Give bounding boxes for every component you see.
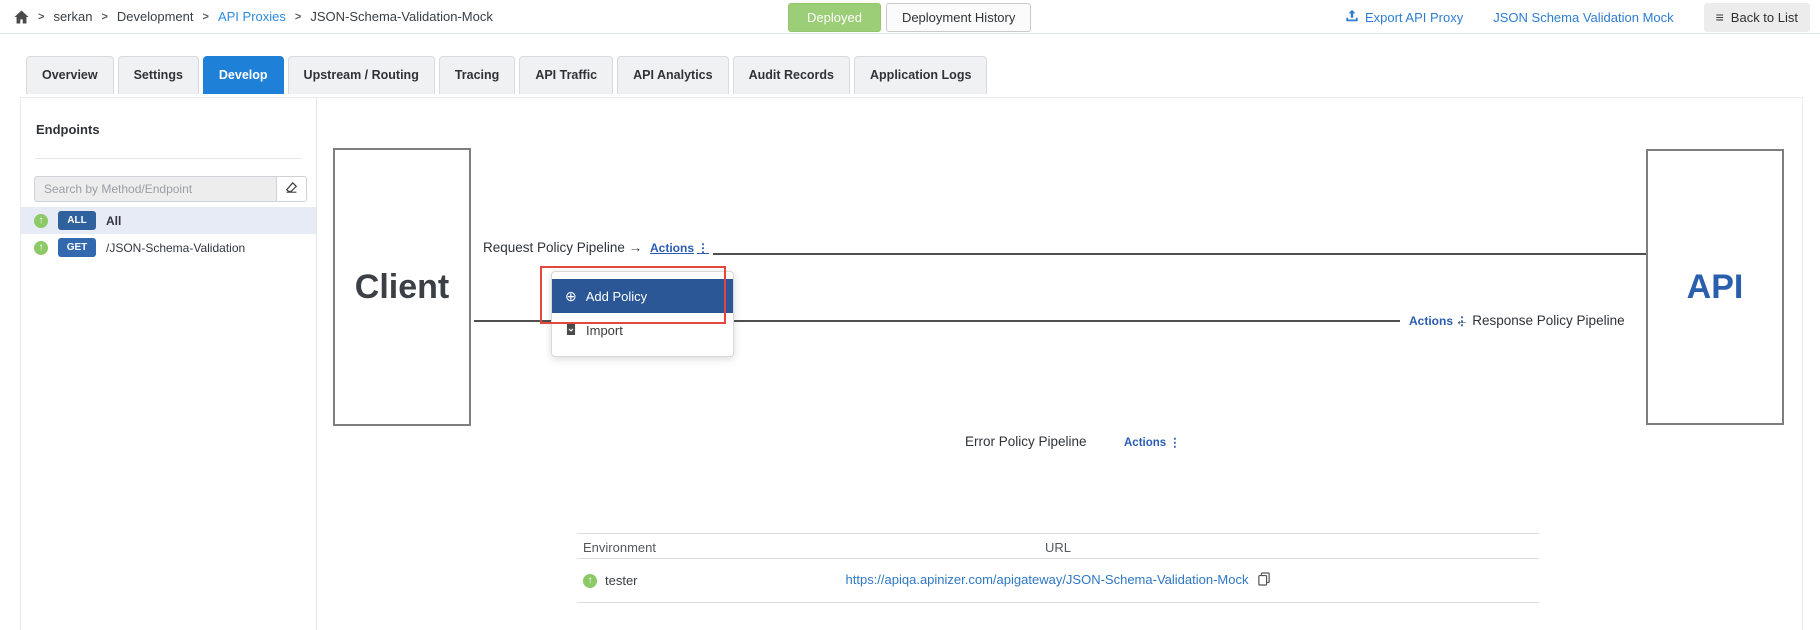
pipeline-actions-menu: ⊕ Add Policy Import (551, 271, 734, 357)
breadcrumb-separator: > (203, 11, 209, 23)
endpoint-search-group (34, 176, 307, 202)
endpoints-sidebar: Endpoints ↑ ALL All ↑ GET /JSON-Schema-V… (21, 98, 317, 630)
endpoint-item-all[interactable]: ↑ ALL All (21, 207, 316, 234)
tab-settings[interactable]: Settings (118, 56, 199, 94)
tab-application-logs[interactable]: Application Logs (854, 56, 987, 94)
endpoint-label: /JSON-Schema-Validation (106, 241, 245, 255)
breadcrumb-item-api-proxies[interactable]: API Proxies (218, 9, 286, 24)
client-node: Client (333, 148, 471, 426)
breadcrumb-item-current: JSON-Schema-Validation-Mock (310, 9, 493, 24)
tab-upstream-routing[interactable]: Upstream / Routing (288, 56, 435, 94)
eraser-icon (285, 181, 298, 197)
actions-label: Actions (1124, 437, 1166, 449)
clear-search-button[interactable] (276, 176, 307, 202)
endpoint-item-json-schema-validation[interactable]: ↑ GET /JSON-Schema-Validation (21, 234, 316, 261)
tab-tracing[interactable]: Tracing (439, 56, 515, 94)
environments-table: Environment URL ↑ tester https://apiqa.a… (577, 533, 1539, 603)
import-menu-item[interactable]: Import (552, 313, 733, 347)
import-icon (565, 322, 577, 338)
endpoint-list: ↑ ALL All ↑ GET /JSON-Schema-Validation (21, 207, 316, 261)
plus-circle-icon: ⊕ (565, 289, 577, 303)
environment-row: ↑ tester https://apiqa.apinizer.com/apig… (577, 559, 1539, 603)
deployment-controls: Deployed Deployment History (788, 3, 1031, 32)
breadcrumb-separator: > (38, 11, 44, 23)
proxy-name-link[interactable]: JSON Schema Validation Mock (1493, 10, 1673, 25)
error-pipeline-label: Error Policy Pipeline (965, 434, 1087, 449)
tab-audit-records[interactable]: Audit Records (733, 56, 850, 94)
export-api-proxy-label: Export API Proxy (1365, 10, 1463, 25)
deployed-status-badge: Deployed (788, 3, 881, 32)
back-to-list-label: Back to List (1731, 10, 1798, 25)
breadcrumb: > serkan > Development > API Proxies > J… (14, 9, 493, 24)
add-policy-menu-item[interactable]: ⊕ Add Policy (552, 279, 733, 313)
copy-icon[interactable] (1258, 574, 1270, 589)
endpoint-label: All (106, 214, 121, 228)
top-bar: > serkan > Development > API Proxies > J… (0, 0, 1820, 34)
sidebar-divider (35, 158, 302, 159)
list-icon: ≡ (1716, 10, 1724, 24)
add-policy-label: Add Policy (586, 289, 647, 304)
proxy-tabs: Overview Settings Develop Upstream / Rou… (26, 56, 987, 94)
endpoint-search-input[interactable] (34, 176, 276, 202)
request-pipeline-line (713, 253, 1646, 255)
api-node: API (1646, 149, 1784, 425)
environments-table-header: Environment URL (577, 533, 1539, 559)
request-pipeline-label: Request Policy Pipeline → (483, 240, 642, 255)
tab-overview[interactable]: Overview (26, 56, 114, 94)
tab-api-analytics[interactable]: API Analytics (617, 56, 728, 94)
back-to-list-button[interactable]: ≡ Back to List (1704, 3, 1810, 32)
upload-icon (1345, 9, 1359, 26)
deployed-up-icon: ↑ (34, 214, 48, 228)
url-column-header: URL (577, 540, 1539, 555)
breadcrumb-separator: > (295, 11, 301, 23)
method-badge-get: GET (58, 238, 96, 257)
actions-label: Actions (650, 241, 694, 255)
tab-api-traffic[interactable]: API Traffic (519, 56, 613, 94)
breadcrumb-separator: > (101, 11, 107, 23)
method-badge-all: ALL (58, 211, 96, 230)
gateway-url-link[interactable]: https://apiqa.apinizer.com/apigateway/JS… (846, 572, 1249, 587)
breadcrumb-item-user[interactable]: serkan (53, 9, 92, 24)
home-icon[interactable] (14, 10, 29, 24)
tab-develop[interactable]: Develop (203, 56, 284, 94)
vertical-ellipsis-icon: ⋮ (1169, 437, 1181, 449)
vertical-ellipsis-icon: ⋮ (697, 241, 709, 255)
import-label: Import (586, 323, 623, 338)
topbar-right-actions: Export API Proxy JSON Schema Validation … (1345, 0, 1810, 34)
actions-label: Actions (1409, 314, 1453, 328)
response-pipeline-label: ← Response Policy Pipeline (1455, 313, 1625, 328)
export-api-proxy-link[interactable]: Export API Proxy (1345, 9, 1463, 26)
error-pipeline-actions-link[interactable]: Actions⋮ (1124, 435, 1181, 449)
breadcrumb-item-project[interactable]: Development (117, 9, 194, 24)
deployed-up-icon: ↑ (34, 241, 48, 255)
endpoints-title: Endpoints (36, 122, 316, 137)
deployment-history-button[interactable]: Deployment History (886, 3, 1031, 32)
request-pipeline-actions-link[interactable]: Actions⋮ (650, 241, 709, 255)
